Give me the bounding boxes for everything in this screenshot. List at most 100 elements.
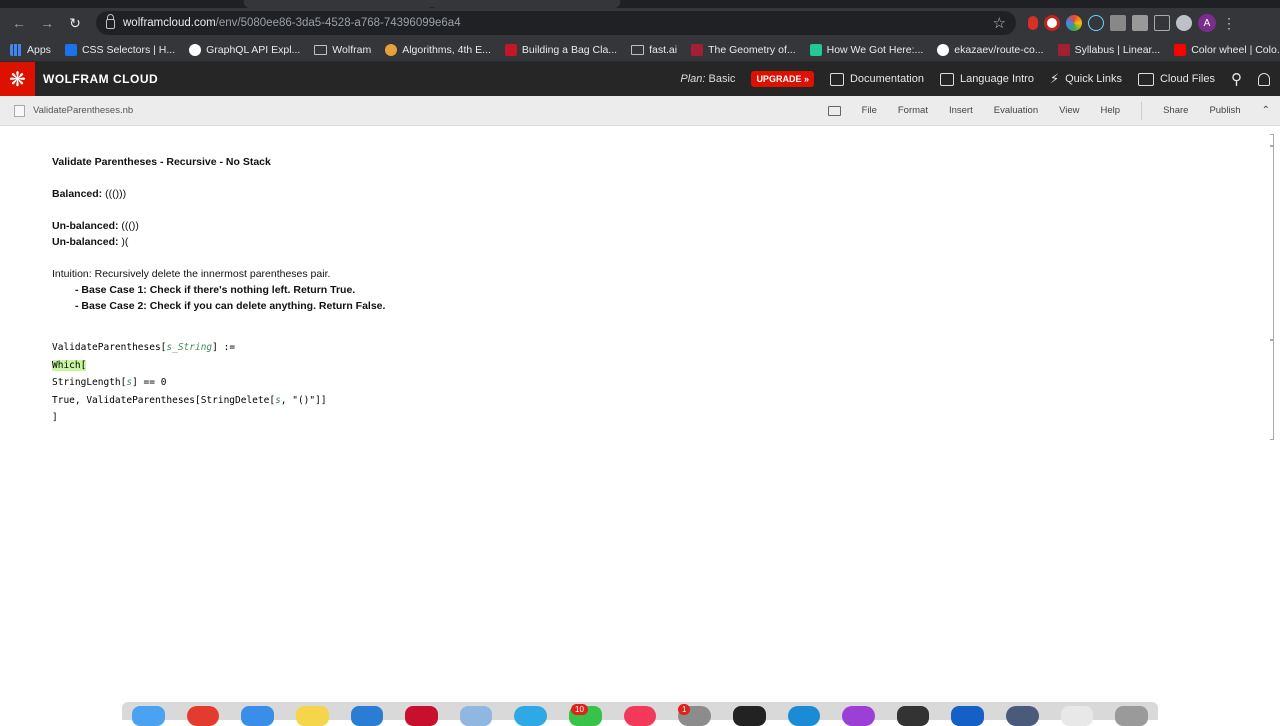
collapse-chevron-icon[interactable]: ⌃ bbox=[1262, 105, 1270, 116]
notebook-title: Validate Parentheses - Recursive - No St… bbox=[52, 156, 271, 168]
forward-arrow-icon[interactable]: → bbox=[36, 12, 58, 34]
mit-ocw-icon bbox=[691, 43, 704, 56]
mit-ocw-icon bbox=[1057, 43, 1070, 56]
bookmark-item[interactable]: ekazaev/route-co... bbox=[937, 43, 1044, 56]
cell-bracket[interactable] bbox=[1270, 146, 1274, 340]
wolfram-logo-icon[interactable]: ❋ bbox=[0, 62, 35, 96]
extension-icon[interactable] bbox=[1132, 15, 1148, 31]
search-icon[interactable]: ⚲ bbox=[1231, 70, 1242, 88]
folder-icon bbox=[631, 44, 645, 55]
cell-bracket[interactable] bbox=[1270, 340, 1274, 440]
favicon-icon bbox=[504, 43, 517, 56]
adobe-icon bbox=[1174, 43, 1187, 56]
url-text: wolframcloud.com/env/5080ee86-3da5-4528-… bbox=[123, 17, 461, 29]
extension-icon[interactable] bbox=[1028, 16, 1038, 30]
chrome-icon[interactable] bbox=[186, 706, 220, 726]
menu-insert[interactable]: Insert bbox=[949, 105, 973, 116]
presenter-icon[interactable] bbox=[827, 105, 841, 116]
code-line-1[interactable]: ValidateParentheses[s_String] := bbox=[52, 342, 235, 353]
menu-kebab-icon[interactable]: ⋮ bbox=[1222, 15, 1236, 32]
extension-icon[interactable] bbox=[1044, 15, 1060, 31]
browser-tab[interactable] bbox=[244, 0, 434, 8]
menu-format[interactable]: Format bbox=[898, 105, 928, 116]
code-line-4[interactable]: True, ValidateParentheses[StringDelete[s… bbox=[52, 395, 327, 406]
book-icon bbox=[829, 72, 844, 86]
bookmark-item[interactable]: The Geometry of... bbox=[691, 43, 796, 56]
menu-file[interactable]: File bbox=[862, 105, 877, 116]
menu-view[interactable]: View bbox=[1059, 105, 1079, 116]
user-icon[interactable] bbox=[1258, 72, 1270, 86]
music-icon[interactable] bbox=[623, 706, 657, 726]
wolfram-header: ❋ WOLFRAM CLOUD Plan: Basic UPGRADE » Do… bbox=[0, 62, 1280, 96]
folder-icon bbox=[1137, 72, 1154, 86]
app-icon[interactable] bbox=[1006, 706, 1039, 726]
vscode-icon[interactable] bbox=[350, 706, 384, 726]
cell-bracket[interactable] bbox=[1270, 134, 1274, 146]
podcasts-icon[interactable] bbox=[842, 706, 875, 726]
finder-icon[interactable] bbox=[132, 706, 165, 726]
react-devtools-icon[interactable] bbox=[1088, 15, 1104, 31]
wolfram-header-links: Plan: Basic UPGRADE » Documentation Lang… bbox=[680, 70, 1280, 88]
menu-evaluation[interactable]: Evaluation bbox=[994, 105, 1038, 116]
xcode-icon[interactable] bbox=[241, 706, 274, 726]
terminal-icon[interactable] bbox=[732, 706, 766, 726]
code-line-3[interactable]: StringLength[s] == 0 bbox=[52, 377, 166, 388]
documentation-link[interactable]: Documentation bbox=[829, 72, 924, 86]
preview-icon[interactable] bbox=[459, 706, 493, 726]
favicon-icon bbox=[385, 43, 398, 56]
unbalanced-line-1: Un-balanced: ((()) bbox=[52, 220, 139, 232]
app-icon[interactable] bbox=[787, 706, 821, 726]
extension-icon[interactable] bbox=[1154, 15, 1170, 31]
code-line-2[interactable]: Which[ bbox=[52, 360, 87, 371]
url-input[interactable]: wolframcloud.com/env/5080ee86-3da5-4528-… bbox=[96, 11, 1016, 35]
notebook-menu: File Format Insert Evaluation View Help … bbox=[827, 101, 1270, 120]
cloud-files-link[interactable]: Cloud Files bbox=[1137, 72, 1215, 86]
browser-tab[interactable] bbox=[430, 0, 620, 8]
intuition-text: Intuition: Recursively delete the innerm… bbox=[52, 268, 331, 280]
publish-button[interactable]: Publish bbox=[1209, 105, 1240, 116]
code-line-5[interactable]: ] bbox=[52, 412, 58, 423]
safari-icon[interactable] bbox=[514, 706, 547, 726]
reload-icon[interactable]: ↻ bbox=[64, 12, 86, 34]
folder-icon bbox=[314, 44, 328, 55]
bookmark-item[interactable]: GraphQL API Expl... bbox=[189, 43, 300, 56]
messages-badge: 10 bbox=[571, 704, 588, 715]
upgrade-button[interactable]: UPGRADE » bbox=[751, 71, 814, 87]
balanced-line: Balanced: ((())) bbox=[52, 188, 127, 200]
notebook-filename[interactable]: ValidateParentheses.nb bbox=[14, 104, 133, 117]
language-intro-link[interactable]: Language Intro bbox=[939, 72, 1034, 86]
menu-help[interactable]: Help bbox=[1101, 105, 1121, 116]
bookmark-item[interactable]: Building a Bag Cla... bbox=[504, 43, 617, 56]
bookmark-item[interactable]: How We Got Here:... bbox=[809, 43, 923, 56]
share-button[interactable]: Share bbox=[1163, 105, 1188, 116]
favicon-icon bbox=[809, 43, 822, 56]
bookmark-item[interactable]: CSS Selectors | H... bbox=[64, 43, 175, 56]
bookmark-star-icon[interactable]: ☆ bbox=[993, 14, 1006, 32]
activity-monitor-icon[interactable] bbox=[896, 706, 930, 726]
extension-icon[interactable] bbox=[1110, 15, 1126, 31]
trash-icon[interactable] bbox=[1115, 706, 1148, 726]
github-icon bbox=[937, 43, 950, 56]
extension-icon[interactable] bbox=[1176, 15, 1192, 31]
address-bar-row: ← → ↻ wolframcloud.com/env/5080ee86-3da5… bbox=[0, 8, 1280, 38]
bookmark-item[interactable]: Algorithms, 4th E... bbox=[385, 43, 491, 56]
bookmark-item[interactable]: Color wheel | Colo... bbox=[1174, 43, 1280, 56]
back-arrow-icon[interactable]: ← bbox=[8, 12, 30, 34]
bookmark-apps[interactable]: Apps bbox=[10, 43, 51, 56]
wolfram-brand[interactable]: WOLFRAM CLOUD bbox=[43, 72, 158, 86]
notes-icon[interactable] bbox=[295, 706, 329, 726]
bookmark-folder[interactable]: Wolfram bbox=[314, 44, 371, 56]
bookmark-item[interactable]: Syllabus | Linear... bbox=[1057, 43, 1160, 56]
tab-strip bbox=[0, 0, 1280, 8]
document-icon[interactable] bbox=[1060, 706, 1094, 726]
plan-label: Plan: Basic bbox=[680, 73, 736, 85]
wolfram-app-icon[interactable] bbox=[405, 706, 438, 726]
macos-dock bbox=[122, 702, 1158, 726]
notebook-toolbar: ValidateParentheses.nb File Format Inser… bbox=[0, 96, 1280, 126]
bookmark-folder[interactable]: fast.ai bbox=[631, 44, 677, 56]
github-icon bbox=[189, 43, 202, 56]
quick-links-link[interactable]: ⚡︎ Quick Links bbox=[1050, 71, 1122, 87]
profile-avatar[interactable]: A bbox=[1198, 14, 1216, 32]
extension-icon[interactable] bbox=[1066, 15, 1082, 31]
app-icon[interactable] bbox=[951, 706, 984, 726]
